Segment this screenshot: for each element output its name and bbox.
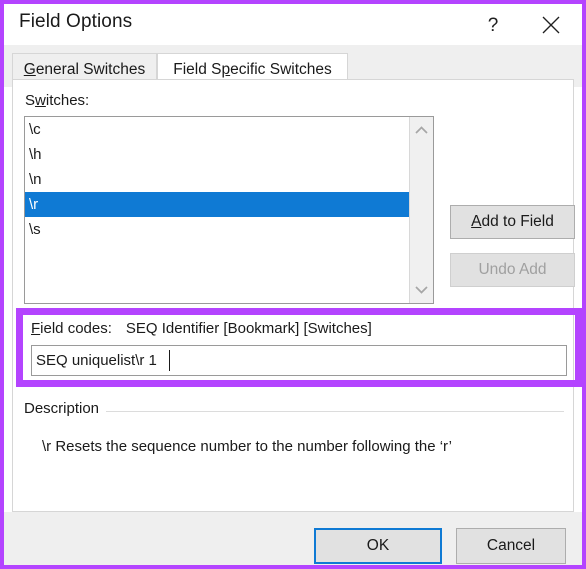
ok-button[interactable]: OK [314,528,442,564]
scroll-down-button[interactable] [410,277,433,301]
dialog-footer: OK Cancel [4,512,582,565]
page-title: Field Options [19,11,133,32]
tab-general-label: eneral Switches [35,61,146,78]
undo-add-label: Undo Add [478,261,547,278]
description-legend: Description [24,400,107,417]
add-to-field-label: dd to Field [481,213,554,230]
add-to-field-accesskey: A [471,213,482,230]
list-item-selected[interactable]: \r [25,192,409,217]
description-group: Description \r Resets the sequence numbe… [24,400,564,500]
title-bar: Field Options ? [4,4,582,45]
chevron-up-icon [415,126,428,134]
close-button[interactable] [528,4,574,45]
undo-add-button[interactable]: Undo Add [450,253,575,287]
switches-label-pre: S [25,92,36,109]
tab-general-accesskey: G [23,61,36,78]
switches-label-accesskey: w [35,92,46,109]
chevron-down-icon [415,286,428,294]
field-codes-highlight-annotation [16,308,582,387]
description-text: \r Resets the sequence number to the num… [42,438,452,455]
tab-specific-accesskey: p [221,61,231,78]
switches-label-post: itches: [45,92,90,109]
tab-specific-label-pre: Field S [173,61,222,78]
close-icon [542,16,560,34]
switches-scrollbar[interactable] [409,117,433,303]
switches-label: Switches: [25,92,89,109]
switches-listbox[interactable]: \c \h \n \r \s [24,116,434,304]
cancel-button-label: Cancel [486,537,536,554]
cancel-button[interactable]: Cancel [456,528,566,564]
list-item[interactable]: \h [25,142,409,167]
switches-list-items: \c \h \n \r \s [25,117,409,242]
list-item[interactable]: \s [25,217,409,242]
field-options-dialog: Field Options ? General Switches Field S… [0,0,586,569]
question-mark-icon: ? [488,15,499,36]
tab-specific-label-post: ecific Switches [230,61,332,78]
ok-button-label: OK [366,537,390,554]
scroll-up-button[interactable] [410,119,433,143]
add-to-field-button[interactable]: Add to Field [450,205,575,239]
svg-text:?: ? [488,15,499,36]
help-button[interactable]: ? [470,4,516,45]
list-item[interactable]: \c [25,117,409,142]
list-item[interactable]: \n [25,167,409,192]
tab-content-panel: Switches: \c \h \n \r \s Add to Field Un… [12,79,582,512]
